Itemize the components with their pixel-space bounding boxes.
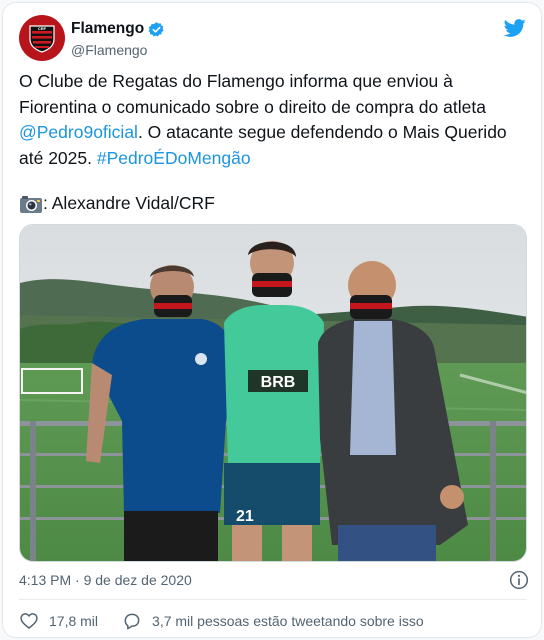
conversation-button[interactable]: 3,7 mil pessoas estão tweetando sobre is…	[122, 611, 424, 631]
tweet-text-part1: O Clube de Regatas do Flamengo informa q…	[19, 71, 486, 117]
author-names: Flamengo @Flamengo	[71, 19, 165, 59]
tweet-actions: 17,8 mil 3,7 mil pessoas estão tweetando…	[19, 609, 527, 633]
svg-text:CRF: CRF	[38, 26, 47, 31]
shorts-number: 21	[236, 508, 254, 525]
display-name-text: Flamengo	[71, 20, 145, 37]
comment-icon	[124, 613, 140, 630]
flamengo-crest-icon[interactable]: CRF	[19, 15, 65, 61]
mention-link[interactable]: @Pedro9oficial	[19, 122, 138, 142]
heart-icon	[20, 613, 38, 629]
photo-credit: : Alexandre Vidal/CRF	[19, 191, 519, 216]
twitter-bird-icon[interactable]	[503, 17, 527, 39]
conversation-text: 3,7 mil pessoas estão tweetando sobre is…	[152, 613, 424, 629]
tweet-card: CRF Flamengo @Flamengo O Clube de Regata…	[2, 2, 542, 638]
author-display-name[interactable]: Flamengo	[71, 19, 165, 39]
info-icon[interactable]	[509, 570, 529, 590]
tweet-text: O Clube de Regatas do Flamengo informa q…	[19, 69, 519, 171]
like-count: 17,8 mil	[49, 613, 99, 629]
author-handle[interactable]: @Flamengo	[71, 41, 165, 59]
tweet-meta: 4:13 PM · 9 de dez de 2020	[19, 569, 529, 591]
tweet-header: CRF Flamengo @Flamengo	[19, 15, 527, 63]
like-button[interactable]: 17,8 mil	[19, 611, 98, 631]
shirt-sponsor: BRB	[261, 374, 296, 391]
verified-badge-icon	[148, 21, 164, 36]
tweet-photo[interactable]: BRB 21	[19, 224, 527, 562]
divider	[19, 599, 527, 600]
hashtag-link[interactable]: #PedroÉDoMengão	[97, 148, 251, 168]
camera-icon	[20, 195, 42, 213]
photo-credit-text: : Alexandre Vidal/CRF	[43, 193, 215, 213]
tweet-timestamp[interactable]: 4:13 PM · 9 de dez de 2020	[19, 572, 192, 588]
